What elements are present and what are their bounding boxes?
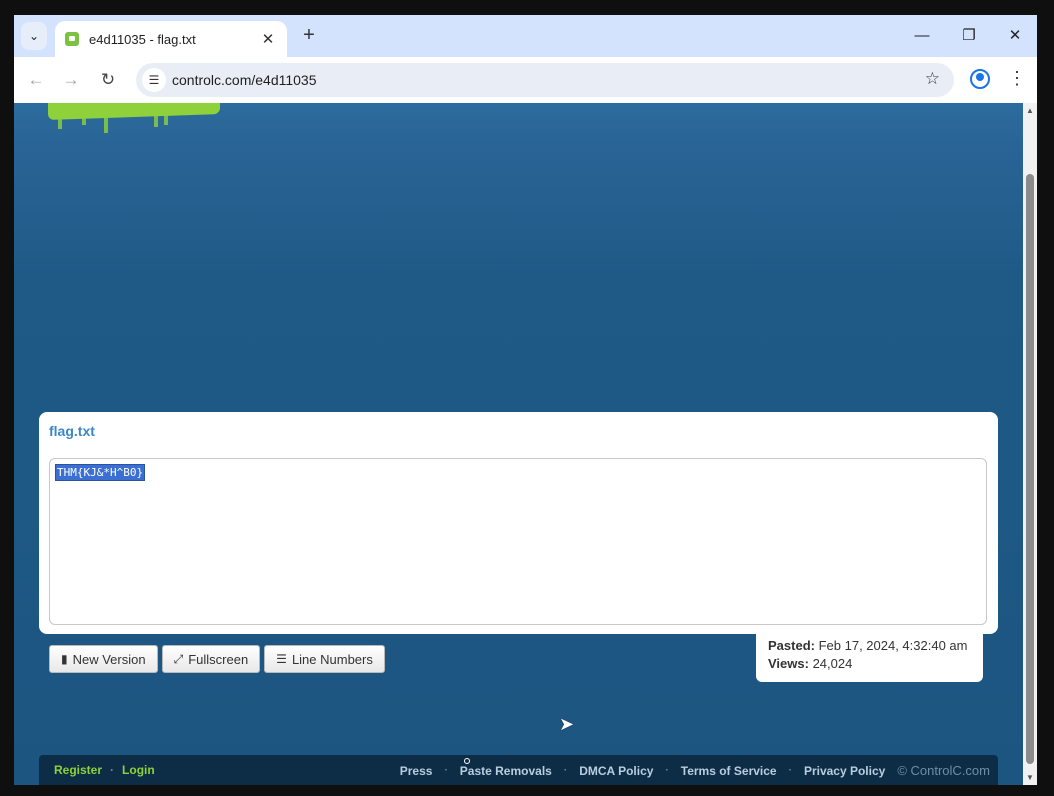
logo-drip	[104, 115, 108, 133]
paste-removals-link[interactable]: Paste Removals	[460, 764, 552, 778]
page-viewport: flag.txt THM{KJ&*H^B0} Pasted: Feb 17, 2…	[14, 103, 1023, 785]
tab-title: e4d11035 - flag.txt	[89, 31, 196, 47]
new-version-button[interactable]: ▮ New Version	[49, 645, 158, 673]
scrollbar-thumb[interactable]	[1026, 174, 1034, 764]
arrow-right-icon: →	[62, 70, 80, 89]
page-scrollbar[interactable]: ▲ ▼	[1023, 103, 1037, 785]
paste-content-selected[interactable]: THM{KJ&*H^B0}	[55, 464, 146, 481]
footer-policy-links: Press · Paste Removals · DMCA Policy · T…	[400, 763, 990, 778]
restore-icon: ❐	[962, 27, 976, 44]
scroll-up-icon[interactable]: ▲	[1026, 106, 1034, 115]
new-tab-button[interactable]: +	[297, 24, 321, 48]
chevron-down-icon: ⌄	[28, 29, 40, 43]
controlc-favicon-icon	[65, 32, 79, 46]
restore-button[interactable]: ❐	[954, 24, 984, 48]
arrow-left-icon: ←	[27, 70, 45, 89]
address-bar[interactable]: ☰ controlc.com/e4d11035 ☆	[136, 63, 954, 97]
site-info-button[interactable]: ☰	[142, 68, 166, 92]
views-label: Views:	[768, 656, 809, 671]
bookmark-star-icon[interactable]: ☆	[925, 69, 940, 89]
logo-drip	[154, 115, 158, 127]
active-tab[interactable]: e4d11035 - flag.txt ✕	[55, 21, 287, 57]
browser-toolbar: ← → ↻ ☰ controlc.com/e4d11035 ☆ ⋮	[14, 57, 1037, 103]
fullscreen-button[interactable]: ⤢ Fullscreen	[161, 645, 261, 673]
pasted-value: Feb 17, 2024, 4:32:40 am	[818, 638, 968, 653]
logo-drip	[164, 115, 168, 125]
scroll-down-icon[interactable]: ▼	[1026, 773, 1034, 782]
login-link[interactable]: Login	[122, 763, 155, 777]
profile-icon[interactable]	[970, 69, 990, 89]
privacy-policy-link[interactable]: Privacy Policy	[804, 764, 885, 778]
plus-icon: +	[303, 24, 315, 46]
back-button[interactable]: ←	[24, 68, 48, 92]
tab-strip: ⌄ e4d11035 - flag.txt ✕ + — ❐ ✕	[14, 15, 1037, 57]
close-tab-button[interactable]: ✕	[259, 30, 277, 48]
site-footer: Register · Login Press · Paste Removals …	[39, 755, 998, 785]
press-link[interactable]: Press	[400, 764, 433, 778]
footer-separator: ·	[444, 765, 448, 776]
fullscreen-label: Fullscreen	[188, 651, 249, 667]
footer-separator: ·	[563, 765, 568, 776]
new-version-label: New Version	[72, 651, 146, 667]
tune-icon: ☰	[148, 73, 160, 87]
paste-info-panel: Pasted: Feb 17, 2024, 4:32:40 am Views: …	[756, 625, 983, 682]
paste-title: flag.txt	[49, 423, 95, 439]
controlc-logo[interactable]	[48, 103, 220, 121]
tab-search-button[interactable]: ⌄	[21, 22, 47, 50]
logo-drip	[58, 115, 62, 129]
copyright-text: © ControlC.com	[897, 763, 990, 778]
file-icon: ▮	[61, 652, 68, 666]
close-window-button[interactable]: ✕	[1000, 24, 1030, 48]
reload-button[interactable]: ↻	[96, 68, 120, 92]
register-link[interactable]: Register	[54, 763, 102, 777]
paste-content-box[interactable]: THM{KJ&*H^B0}	[49, 458, 987, 625]
views-value: 24,024	[812, 656, 853, 671]
close-icon: ✕	[1008, 27, 1022, 44]
more-vert-icon[interactable]: ⋮	[1008, 68, 1026, 89]
line-numbers-button[interactable]: ☰ Line Numbers	[264, 645, 385, 673]
line-numbers-label: Line Numbers	[291, 651, 373, 667]
terms-of-service-link[interactable]: Terms of Service	[681, 764, 777, 778]
footer-separator: ·	[788, 765, 792, 776]
minimize-button[interactable]: —	[907, 24, 937, 48]
expand-icon: ⤢	[173, 651, 184, 666]
footer-account-links: Register · Login	[54, 763, 155, 777]
dmca-policy-link[interactable]: DMCA Policy	[579, 764, 653, 778]
mouse-cursor-icon: ➤	[559, 714, 575, 734]
pasted-label: Pasted:	[768, 638, 815, 653]
footer-separator: ·	[665, 765, 669, 776]
footer-separator: ·	[110, 763, 115, 777]
minimize-icon: —	[914, 27, 930, 44]
forward-button[interactable]: →	[59, 68, 83, 92]
paste-card: flag.txt THM{KJ&*H^B0}	[39, 412, 998, 634]
paste-action-buttons: ▮ New Version ⤢ Fullscreen ☰ Line Numbers	[49, 645, 385, 673]
reload-icon: ↻	[100, 70, 116, 89]
logo-drip	[82, 115, 86, 125]
browser-window: ⌄ e4d11035 - flag.txt ✕ + — ❐ ✕ ← → ↻ ☰ …	[14, 15, 1037, 785]
url-text[interactable]: controlc.com/e4d11035	[172, 72, 317, 88]
list-icon: ☰	[276, 652, 287, 666]
